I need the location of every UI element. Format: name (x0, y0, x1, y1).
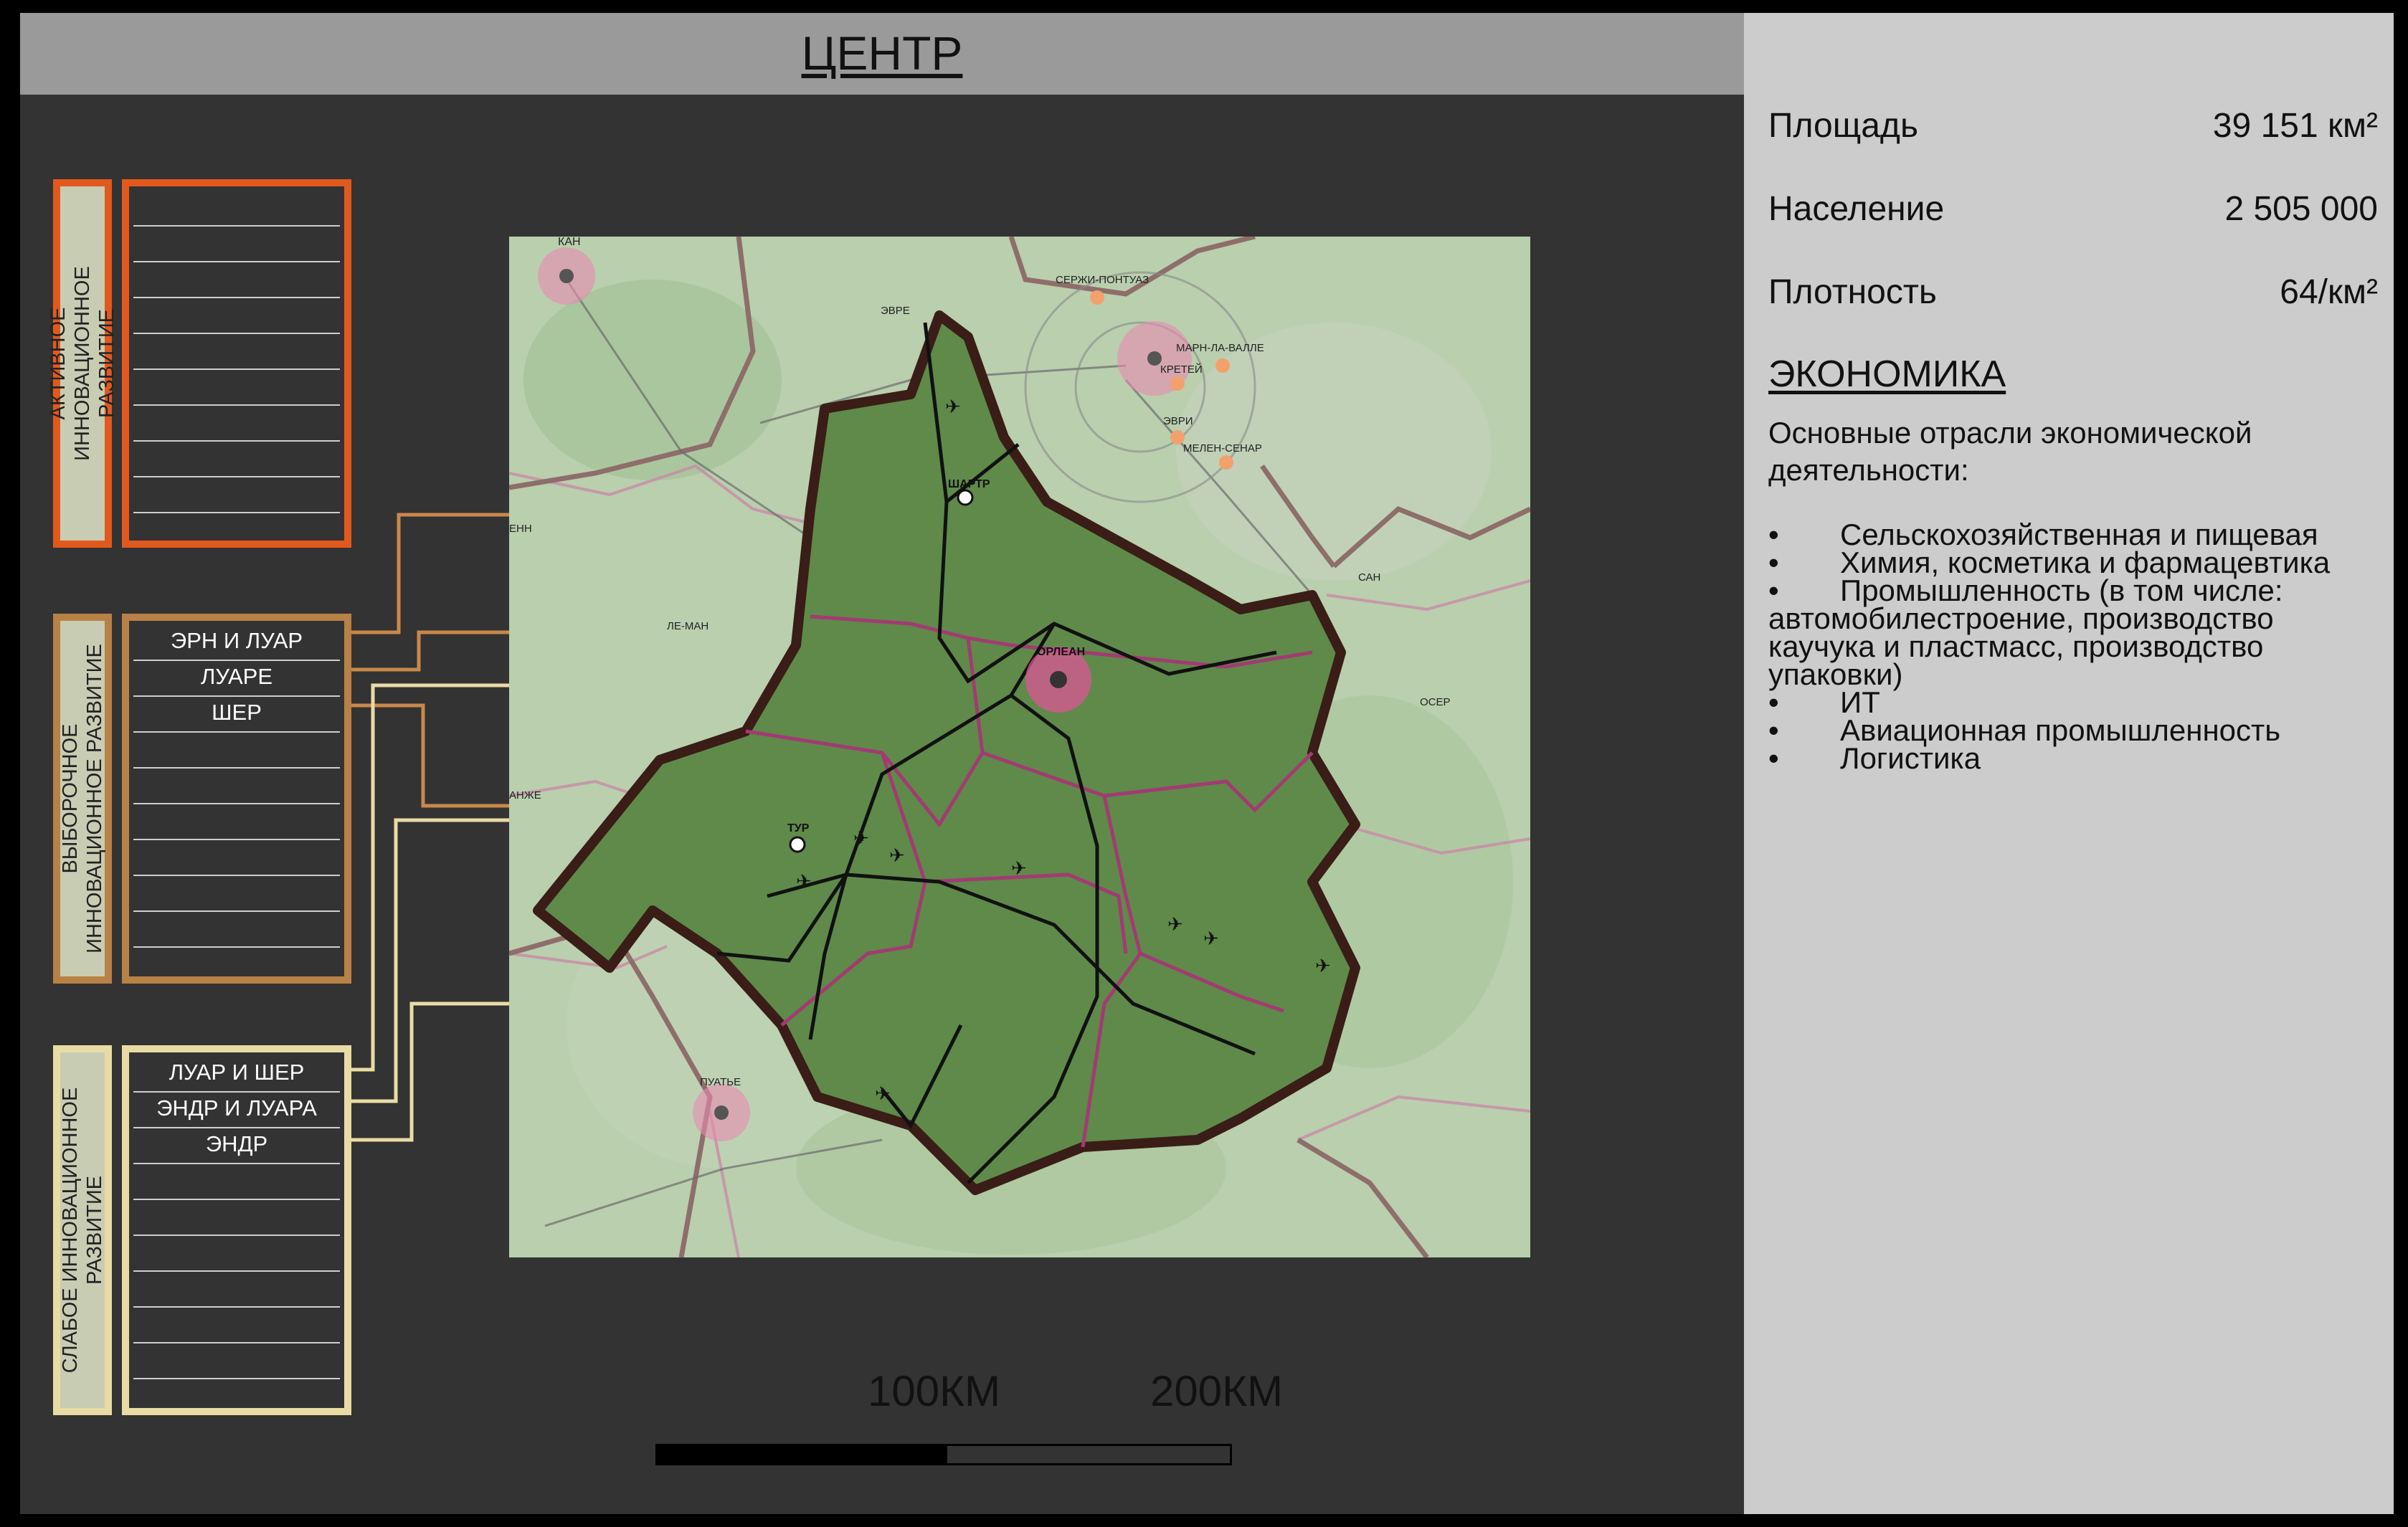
region-label: ЛУАР И ШЕР (169, 1060, 305, 1085)
category-row (133, 912, 340, 948)
city-label-sens: САН (1358, 571, 1380, 584)
economy-item: • Сельскохозяйственная и пищевая (1768, 518, 2318, 551)
city-label-rennes: ЕНН (509, 523, 532, 535)
city-label-poitiers: ПУАТЬЕ (700, 1076, 741, 1088)
category-row (133, 1200, 340, 1236)
city-label-cergy: СЕРЖИ-ПОНТУАЗ (1056, 274, 1149, 286)
economy-list: • Сельскохозяйственная и пищевая • Химия, … (1768, 518, 2385, 775)
category-row: ЭНДР (133, 1128, 340, 1164)
category-row (133, 1272, 340, 1308)
category-row: ЛУАРЕ (133, 661, 340, 697)
scale-segment-dark (655, 1444, 945, 1465)
category-row (133, 1308, 340, 1343)
category-row (133, 334, 340, 370)
airport-icon: ✈ (1011, 857, 1027, 879)
scale-label-100: 100КМ (868, 1367, 1001, 1415)
category-row (133, 406, 340, 442)
airport-icon: ✈ (945, 396, 961, 417)
bullet-icon: • (1768, 685, 1779, 719)
bullet-icon: • (1768, 741, 1779, 775)
category-label-weak: СЛАБОЕ ИННОВАЦИОННОЕ РАЗВИТИЕ (59, 1087, 106, 1374)
region-map: КАН ЭВРЕ СЕРЖИ-ПОНТУАЗ МАРН-ЛА-ВАЛЛЕ КРЕ… (509, 237, 1530, 1257)
airport-icon: ✈ (853, 827, 869, 849)
page-title: ЦЕНТР (801, 27, 963, 80)
category-row (133, 370, 340, 406)
city-label-melun: МЕЛЕН-СЕНАР (1183, 442, 1262, 455)
region-label: ЭРН И ЛУАР (170, 628, 303, 653)
category-row (133, 477, 340, 513)
stat-value-density: 64/км² (2280, 273, 2378, 311)
city-label-evry: ЭВРИ (1163, 415, 1193, 427)
economy-item: • Химия, косметика и фармацевтика (1768, 546, 2331, 579)
category-label-active: АКТИВНОЕ ИННОВАЦИОННОЕ РАЗВИТИЕ (47, 266, 118, 461)
bullet-icon: • (1768, 574, 1779, 607)
stat-value-area: 39 151 км² (2212, 107, 2378, 145)
category-row (133, 191, 340, 227)
bullet-icon: • (1768, 546, 1779, 579)
category-row (133, 804, 340, 840)
category-tab-active: АКТИВНОЕ ИННОВАЦИОННОЕ РАЗВИТИЕ (47, 179, 118, 548)
economy-item: • ИТ (1768, 685, 1880, 719)
region-label: ШЕР (212, 700, 262, 725)
city-label-angers: АНЖЕ (509, 789, 541, 801)
economy-item: • Промышленность (в том числе: автомобиле… (1768, 574, 2283, 691)
economy-item: • Логистика (1768, 741, 1981, 775)
category-row: ЛУАР И ШЕР (133, 1057, 340, 1093)
airport-icon: ✈ (796, 870, 812, 892)
bullet-icon: • (1768, 713, 1779, 747)
category-row (133, 769, 340, 804)
airport-icon: ✈ (875, 1083, 891, 1104)
category-label-selective: ВЫБОРОЧНОЕ ИННОВАЦИОННОЕ РАЗВИТИЕ (59, 644, 106, 953)
scale-segment-light (945, 1444, 1232, 1465)
economy-item: • Авиационная промышленность (1768, 713, 2281, 747)
stat-value-population: 2 505 000 (2224, 190, 2378, 228)
city-label-tours: ТУР (787, 822, 810, 834)
region-label: ЭНДР (205, 1131, 268, 1156)
scale-label-200: 200КМ (1150, 1367, 1284, 1415)
category-row: ШЕР (133, 697, 340, 733)
category-row: ЭНДР И ЛУАРА (133, 1093, 340, 1128)
airport-icon: ✈ (889, 845, 905, 866)
region-label: ЭНДР И ЛУАРА (156, 1095, 317, 1121)
city-label-creteil: КРЕТЕЙ (1160, 363, 1203, 376)
category-tab-selective: ВЫБОРОЧНОЕ ИННОВАЦИОННОЕ РАЗВИТИЕ (53, 614, 112, 984)
city-label-chartres: ШАРТР (948, 478, 990, 490)
category-row (133, 227, 340, 262)
economy-heading: ЭКОНОМИКА (1768, 353, 2006, 395)
category-row: ЭРН И ЛУАР (133, 625, 340, 661)
city-label-le-mans: ЛЕ-МАН (667, 620, 708, 632)
category-box-selective: ЭРН И ЛУАР ЛУАРЕ ШЕР (122, 614, 351, 984)
category-row (133, 1343, 340, 1379)
stat-label-population: Население (1768, 190, 1945, 228)
airport-icon: ✈ (1167, 913, 1183, 935)
city-label-caen: КАН (558, 237, 581, 248)
info-panel: Площадь 39 151 км² Население 2 505 000 П… (1744, 13, 2394, 1514)
bullet-icon: • (1768, 518, 1779, 551)
category-row (133, 840, 340, 876)
category-row (133, 298, 340, 334)
stat-label-area: Площадь (1768, 107, 1918, 145)
city-label-orleans: ОРЛЕАН (1037, 646, 1085, 658)
city-label-auxerre: ОСЕР (1420, 696, 1451, 708)
city-label-marne: МАРН-ЛА-ВАЛЛЕ (1176, 342, 1264, 354)
poster-frame: ЦЕНТР АКТИВНОЕ ИННОВАЦИОННОЕ РАЗВИТИЕ ВЫ… (0, 0, 2408, 1527)
category-row (133, 442, 340, 477)
airport-icon: ✈ (1203, 928, 1219, 949)
category-row (133, 1236, 340, 1272)
category-row (133, 1164, 340, 1200)
category-box-active (122, 179, 351, 548)
region-label: ЛУАРЕ (201, 664, 272, 689)
category-row (133, 876, 340, 912)
category-row (133, 733, 340, 769)
title-bar: ЦЕНТР (20, 13, 1744, 95)
airport-icon: ✈ (1315, 955, 1331, 976)
stat-label-density: Плотность (1768, 273, 1937, 311)
economy-intro: Основные отрасли экономической деятельно… (1768, 416, 2252, 487)
category-row (133, 262, 340, 298)
city-label-evreux: ЭВРЕ (881, 305, 910, 317)
category-tab-weak: СЛАБОЕ ИННОВАЦИОННОЕ РАЗВИТИЕ (53, 1045, 112, 1415)
category-box-weak: ЛУАР И ШЕР ЭНДР И ЛУАРА ЭНДР (122, 1045, 351, 1415)
